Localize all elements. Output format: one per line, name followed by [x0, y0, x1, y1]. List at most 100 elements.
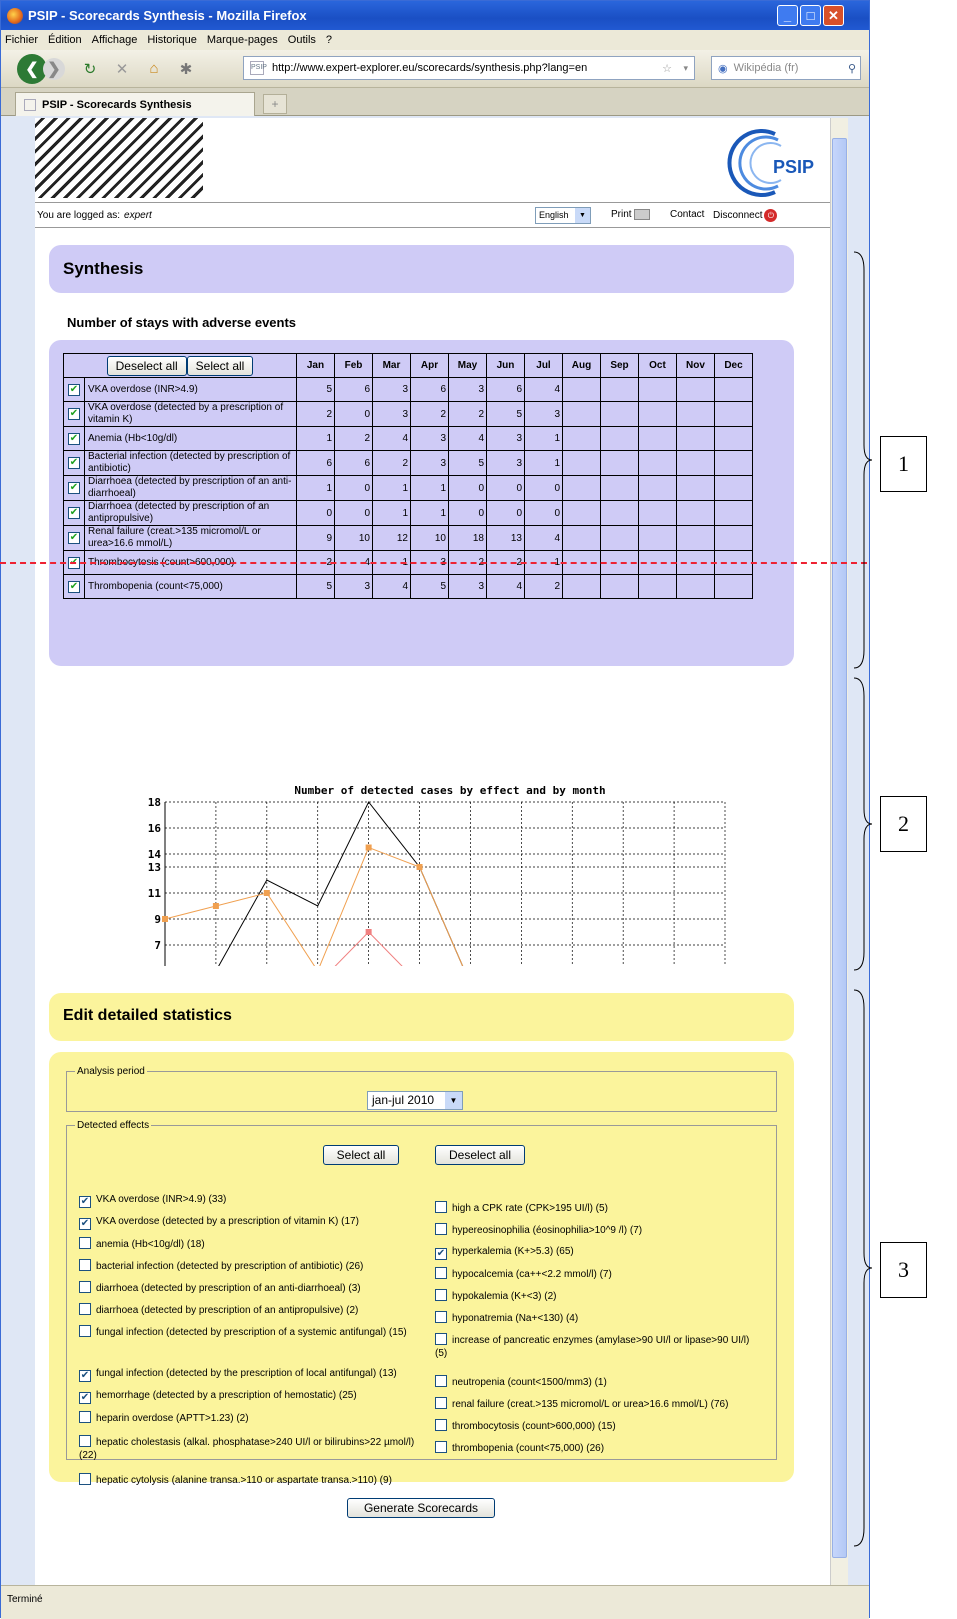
effect-checkbox[interactable]: ✔: [79, 1196, 91, 1208]
row-checkbox[interactable]: ✔: [68, 383, 80, 396]
effect-checkbox[interactable]: [435, 1419, 447, 1431]
row-label: Diarrhoea (detected by prescription of a…: [84, 500, 297, 526]
wikipedia-icon: ◉: [718, 62, 728, 75]
effect-item[interactable]: diarrhoea (detected by prescription of a…: [79, 1281, 424, 1295]
effect-checkbox[interactable]: [435, 1267, 447, 1279]
effect-checkbox[interactable]: [435, 1333, 447, 1345]
effect-checkbox[interactable]: [79, 1473, 91, 1485]
menu-help[interactable]: ?: [326, 34, 332, 46]
period-select[interactable]: jan-jul 2010 ▼: [367, 1091, 463, 1110]
window-title: PSIP - Scorecards Synthesis - Mozilla Fi…: [28, 8, 307, 23]
effect-item[interactable]: high a CPK rate (CPK>195 UI/l) (5): [435, 1201, 755, 1215]
url-bar[interactable]: PSIP http://www.expert-explorer.eu/score…: [243, 56, 695, 80]
effect-checkbox[interactable]: [79, 1411, 91, 1423]
search-bar[interactable]: ◉ Wikipédia (fr) ⚲: [711, 56, 861, 80]
effect-item[interactable]: hepatic cytolysis (alanine transa.>110 o…: [79, 1473, 424, 1487]
menu-edit[interactable]: Édition: [48, 34, 82, 46]
effect-checkbox[interactable]: [435, 1311, 447, 1323]
row-checkbox[interactable]: ✔: [68, 457, 80, 469]
month-header: Feb: [334, 353, 373, 378]
row-checkbox[interactable]: ✔: [68, 432, 80, 445]
effect-checkbox[interactable]: ✔: [79, 1218, 91, 1230]
bookmark-star-icon[interactable]: ☆: [662, 62, 672, 75]
disconnect-link[interactable]: Disconnect ⏻: [713, 209, 778, 222]
effects-select-all-button[interactable]: Select all: [323, 1145, 399, 1165]
effect-checkbox[interactable]: ✔: [79, 1370, 91, 1382]
effect-item[interactable]: increase of pancreatic enzymes (amylase>…: [435, 1333, 755, 1360]
maximize-button[interactable]: □: [800, 5, 821, 26]
effect-checkbox[interactable]: ✔: [435, 1248, 447, 1260]
effect-checkbox[interactable]: [435, 1223, 447, 1235]
row-checkbox[interactable]: ✔: [68, 482, 80, 494]
effect-item[interactable]: hypokalemia (K+<3) (2): [435, 1289, 755, 1303]
vertical-scrollbar[interactable]: [830, 118, 848, 1585]
effect-item[interactable]: fungal infection (detected by prescripti…: [79, 1325, 424, 1339]
effect-item[interactable]: ✔ fungal infection (detected by the presc…: [79, 1367, 424, 1382]
effect-checkbox[interactable]: [435, 1397, 447, 1409]
effect-checkbox[interactable]: [79, 1237, 91, 1249]
close-button[interactable]: ✕: [823, 5, 844, 26]
effect-checkbox[interactable]: [435, 1441, 447, 1453]
effect-item[interactable]: hypereosinophilia (éosinophilia>10^9 /l)…: [435, 1223, 755, 1237]
tab-psip[interactable]: PSIP - Scorecards Synthesis: [15, 92, 255, 116]
url-dropdown-icon[interactable]: ▾: [683, 63, 688, 74]
row-checkbox[interactable]: ✔: [68, 507, 80, 519]
row-checkbox[interactable]: ✔: [68, 408, 80, 420]
menu-tools[interactable]: Outils: [288, 34, 316, 46]
new-tab-button[interactable]: +: [263, 94, 287, 114]
effect-checkbox[interactable]: ✔: [79, 1392, 91, 1404]
effect-item[interactable]: heparin overdose (APTT>1.23) (2): [79, 1411, 424, 1425]
row-checkbox[interactable]: ✔: [68, 532, 80, 544]
effect-checkbox[interactable]: [435, 1289, 447, 1301]
addon-icon[interactable]: ✱: [175, 58, 197, 80]
effect-item[interactable]: neutropenia (count<1500/mm3) (1): [435, 1375, 755, 1389]
effect-item[interactable]: bacterial infection (detected by prescri…: [79, 1259, 424, 1273]
effect-item[interactable]: ✔ VKA overdose (detected by a prescriptio…: [79, 1215, 424, 1230]
effect-checkbox[interactable]: [435, 1375, 447, 1387]
home-icon[interactable]: ⌂: [143, 58, 165, 80]
menu-view[interactable]: Affichage: [92, 34, 138, 46]
effect-checkbox[interactable]: [435, 1201, 447, 1213]
edit-stats-panel: Analysis period jan-jul 2010 ▼ Detected …: [49, 1052, 794, 1518]
effect-item[interactable]: ✔ hyperkalemia (K+>5.3) (65): [435, 1245, 755, 1260]
generate-scorecards-button[interactable]: Generate Scorecards: [347, 1498, 495, 1518]
stop-icon[interactable]: ✕: [111, 58, 133, 80]
effect-label: hepatic cytolysis (alanine transa.>110 o…: [96, 1475, 392, 1486]
effect-checkbox[interactable]: [79, 1281, 91, 1293]
language-select[interactable]: English ▼: [535, 207, 591, 224]
deselect-all-button[interactable]: Deselect all: [106, 355, 187, 376]
effect-item[interactable]: anemia (Hb<10g/dl) (18): [79, 1237, 424, 1251]
row-value: 13: [486, 525, 525, 551]
effect-checkbox[interactable]: [79, 1325, 91, 1337]
row-value: 6: [334, 450, 373, 476]
brace-2-icon: [853, 677, 872, 971]
effect-item[interactable]: hyponatremia (Na+<130) (4): [435, 1311, 755, 1325]
effect-checkbox[interactable]: [79, 1259, 91, 1271]
menu-history[interactable]: Historique: [147, 34, 197, 46]
contact-link[interactable]: Contact: [670, 209, 704, 220]
row-checkbox[interactable]: ✔: [68, 580, 80, 593]
effect-checkbox[interactable]: [79, 1303, 91, 1315]
effect-item[interactable]: thrombopenia (count<75,000) (26): [435, 1441, 755, 1455]
effect-item[interactable]: ✔ VKA overdose (INR>4.9) (33): [79, 1193, 424, 1208]
effect-item[interactable]: hypocalcemia (ca++<2.2 mmol/l) (7): [435, 1267, 755, 1281]
scrollbar-thumb[interactable]: [832, 138, 847, 1558]
effect-item[interactable]: hepatic cholestasis (alkal. phosphatase>…: [79, 1435, 424, 1462]
menu-bookmarks[interactable]: Marque-pages: [207, 34, 278, 46]
menu-file[interactable]: Fichier: [5, 34, 38, 46]
effect-checkbox[interactable]: [79, 1435, 91, 1447]
minimize-button[interactable]: _: [777, 5, 798, 26]
effect-item[interactable]: ✔ hemorrhage (detected by a prescription …: [79, 1389, 424, 1404]
effects-deselect-all-button[interactable]: Deselect all: [435, 1145, 525, 1165]
effect-item[interactable]: diarrhoea (detected by prescription of a…: [79, 1303, 424, 1317]
effect-item[interactable]: renal failure (creat.>135 micromol/L or …: [435, 1397, 755, 1411]
reload-icon[interactable]: ↻: [79, 58, 101, 80]
brace-3-icon: [853, 989, 872, 1547]
select-all-button[interactable]: Select all: [186, 355, 254, 376]
print-link[interactable]: Print: [611, 209, 651, 220]
row-value: [600, 401, 639, 427]
search-icon[interactable]: ⚲: [848, 62, 856, 75]
row-label: Anemia (Hb<10g/dl): [84, 426, 297, 451]
forward-icon[interactable]: ❯: [43, 57, 65, 80]
effect-item[interactable]: thrombocytosis (count>600,000) (15): [435, 1419, 755, 1433]
